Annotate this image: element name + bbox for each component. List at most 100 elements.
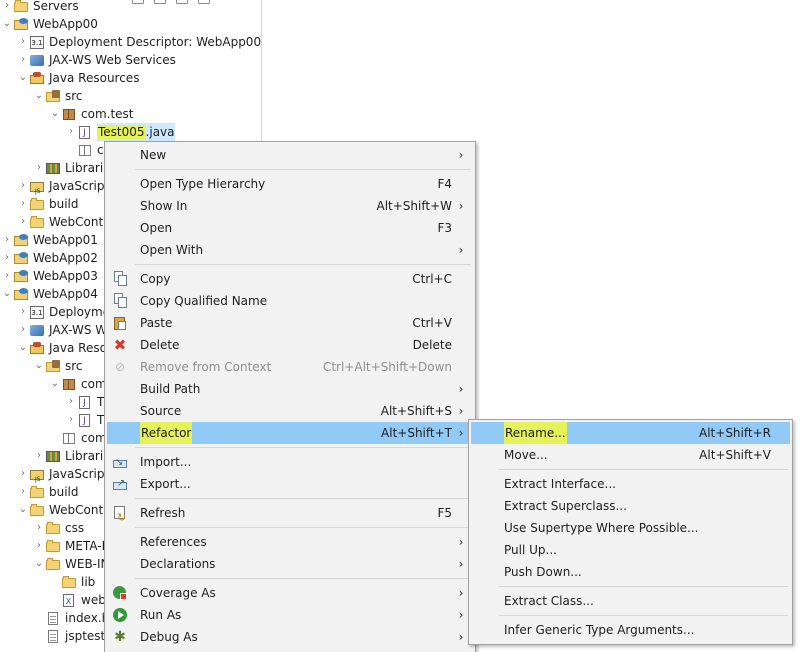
expanded-arrow-icon[interactable]: ⌄ [32, 555, 46, 573]
menu-item-debug-as[interactable]: ✱ Debug As › [107, 626, 473, 648]
expanded-arrow-icon[interactable]: ⌄ [0, 15, 14, 33]
menu-item-references[interactable]: References › [107, 531, 473, 553]
menu-item-remove-from-context: ⊘ Remove from Context Ctrl+Alt+Shift+Down [107, 356, 473, 378]
tree-item[interactable]: › Librarie [32, 447, 111, 465]
submenu-item-pull-up[interactable]: Pull Up... [471, 539, 790, 561]
collapsed-arrow-icon[interactable]: › [16, 177, 30, 195]
tree-item[interactable]: ⌄ Java Resou [16, 339, 115, 357]
collapsed-arrow-icon[interactable]: › [0, 267, 14, 285]
tree-item[interactable]: ⌄ WebConte [16, 501, 111, 519]
tree-item[interactable]: › Deployment Descriptor: WebApp00 [16, 33, 261, 51]
tree-item[interactable]: ⌄ Java Resources [16, 69, 140, 87]
menu-item-copy[interactable]: Copy Ctrl+C [107, 268, 473, 290]
menu-item-show-in[interactable]: Show In Alt+Shift+W › [107, 195, 473, 217]
tree-item[interactable]: ⌄ com.test [48, 105, 134, 123]
collapsed-arrow-icon[interactable]: › [32, 159, 46, 177]
expanded-arrow-icon[interactable]: ⌄ [32, 87, 46, 105]
menu-item-open-with[interactable]: Open With › [107, 239, 473, 261]
collapsed-arrow-icon[interactable]: › [32, 447, 46, 465]
tree-item[interactable]: › WebConte [16, 213, 111, 231]
tree-item[interactable]: web [48, 591, 106, 609]
collapsed-arrow-icon[interactable]: › [64, 393, 78, 411]
tree-item[interactable]: lib [48, 573, 95, 591]
collapsed-arrow-icon[interactable]: › [0, 249, 14, 267]
tree-item[interactable]: com [48, 429, 107, 447]
menu-item-new[interactable]: New › [107, 144, 473, 166]
tree-item[interactable]: › build [16, 483, 79, 501]
menu-item-open[interactable]: Open F3 [107, 217, 473, 239]
collapsed-arrow-icon[interactable]: › [16, 483, 30, 501]
collapsed-arrow-icon[interactable]: › [16, 33, 30, 51]
submenu-item-push-down[interactable]: Push Down... [471, 561, 790, 583]
tree-item[interactable]: ⌄ WebApp04 [0, 285, 98, 303]
tree-item[interactable]: ⌄ com [48, 375, 107, 393]
tree-item[interactable]: › Librarie [32, 159, 111, 177]
tree-item[interactable]: ⌄ WebApp00 [0, 15, 98, 33]
collapse-all-icon[interactable] [132, 0, 144, 4]
collapsed-arrow-icon[interactable]: › [16, 303, 30, 321]
submenu-item-extract-interface[interactable]: Extract Interface... [471, 473, 790, 495]
menu-item-refactor[interactable]: Refactor Alt+Shift+T › [107, 422, 473, 444]
expanded-arrow-icon[interactable]: ⌄ [0, 285, 14, 303]
link-with-editor-icon[interactable] [154, 0, 166, 4]
expanded-arrow-icon[interactable]: ⌄ [16, 501, 30, 519]
tree-item[interactable]: ⌄ WEB-IN [32, 555, 110, 573]
tree-item[interactable]: › Servers [0, 0, 79, 15]
menu-item-build-path[interactable]: Build Path › [107, 378, 473, 400]
tree-item[interactable]: ›T [64, 393, 104, 411]
collapsed-arrow-icon[interactable]: › [64, 411, 78, 429]
expanded-arrow-icon[interactable]: ⌄ [48, 105, 62, 123]
menu-item-coverage-as[interactable]: Coverage As › [107, 582, 473, 604]
collapsed-arrow-icon[interactable]: › [16, 321, 30, 339]
tree-item[interactable]: › JAX-WS Web Services [16, 51, 176, 69]
menu-item-import[interactable]: Import... [107, 451, 473, 474]
tree-item[interactable]: › META-I [32, 537, 105, 555]
tree-item[interactable]: ›T [64, 411, 104, 429]
menu-item-paste[interactable]: Paste Ctrl+V [107, 312, 473, 334]
expanded-arrow-icon[interactable]: ⌄ [32, 357, 46, 375]
collapsed-arrow-icon[interactable]: › [16, 213, 30, 231]
collapsed-arrow-icon[interactable]: › [0, 231, 14, 249]
tree-item[interactable]: › JAX-WS W [16, 321, 107, 339]
menu-separator [499, 469, 788, 470]
menu-item-run-as[interactable]: Run As › [107, 604, 473, 626]
collapsed-arrow-icon[interactable]: › [16, 195, 30, 213]
tree-item[interactable]: › css [32, 519, 84, 537]
menu-item-open-type-hierarchy[interactable]: Open Type Hierarchy F4 [107, 173, 473, 195]
expanded-arrow-icon[interactable]: ⌄ [48, 375, 62, 393]
tree-item[interactable]: › JavaScript [16, 465, 109, 489]
collapsed-arrow-icon[interactable]: › [32, 519, 46, 537]
menu-item-export[interactable]: Export... [107, 473, 473, 495]
collapsed-arrow-icon[interactable]: › [32, 537, 46, 555]
collapsed-arrow-icon[interactable]: › [0, 0, 14, 15]
tree-item[interactable]: ⌄ src [32, 357, 83, 375]
tree-item[interactable]: ⌄ src [32, 87, 83, 105]
submenu-item-extract-superclass[interactable]: Extract Superclass... [471, 495, 790, 517]
tree-item[interactable]: jsptest0 [32, 627, 113, 645]
filter-icon[interactable] [176, 0, 188, 4]
tree-item[interactable]: › build [16, 195, 79, 213]
menu-item-source[interactable]: Source Alt+Shift+S › [107, 400, 473, 422]
submenu-item-move[interactable]: Move... Alt+Shift+V [471, 444, 790, 466]
submenu-item-use-supertype-where-possible[interactable]: Use Supertype Where Possible... [471, 517, 790, 539]
collapsed-arrow-icon[interactable]: › [16, 51, 30, 69]
submenu-item-infer-generic-type-arguments[interactable]: Infer Generic Type Arguments... [471, 619, 790, 641]
tree-item[interactable]: › WebApp03 [0, 267, 98, 285]
tree-item[interactable]: › WebApp02 [0, 249, 98, 267]
menu-item-declarations[interactable]: Declarations › [107, 553, 473, 575]
menu-item-delete[interactable]: ✖ Delete Delete [107, 334, 473, 356]
menu-item-refresh[interactable]: Refresh F5 [107, 502, 473, 529]
view-menu-icon[interactable] [198, 0, 210, 4]
expanded-arrow-icon[interactable]: ⌄ [16, 339, 30, 357]
tree-item[interactable]: index.h [32, 609, 109, 627]
expanded-arrow-icon[interactable]: ⌄ [16, 69, 30, 87]
collapsed-arrow-icon[interactable]: › [16, 465, 30, 483]
tree-item[interactable]: › WebApp01 [0, 231, 98, 249]
tree-item[interactable]: › JavaScript [16, 177, 109, 201]
menu-item-copy-qualified-name[interactable]: Copy Qualified Name [107, 290, 473, 312]
collapsed-arrow-icon[interactable]: › [64, 123, 78, 141]
submenu-item-extract-class[interactable]: Extract Class... [471, 590, 790, 612]
submenu-item-rename[interactable]: Rename... Alt+Shift+R [471, 422, 790, 444]
tree-item[interactable]: › Test005.java [64, 123, 175, 141]
tree-item[interactable]: › Deployme [16, 303, 110, 321]
